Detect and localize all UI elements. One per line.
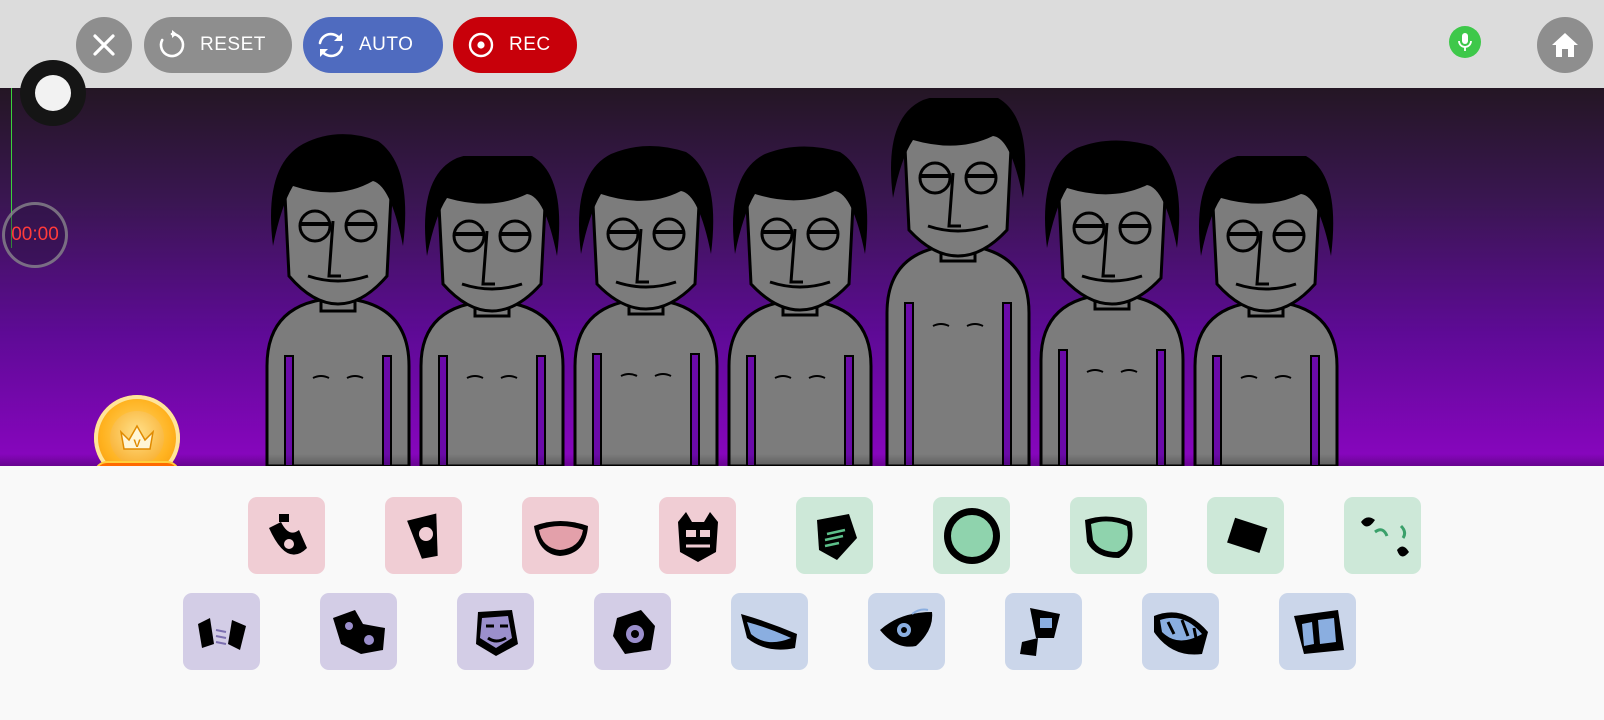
character-figure bbox=[727, 146, 873, 466]
close-icon bbox=[93, 34, 115, 56]
voice-sound-3-icon bbox=[1019, 607, 1060, 656]
voice-sound-4-icon bbox=[1153, 611, 1208, 655]
auto-refresh-icon bbox=[303, 17, 359, 73]
effect-sound-4-icon bbox=[1226, 517, 1267, 553]
voice-sound-4[interactable] bbox=[1142, 593, 1219, 670]
effect-sound-1[interactable] bbox=[796, 497, 873, 574]
floating-ball-knob bbox=[35, 75, 71, 111]
record-button[interactable]: REC bbox=[453, 17, 577, 73]
effect-sound-4[interactable] bbox=[1207, 497, 1284, 574]
character-figure bbox=[265, 134, 411, 466]
character-slot-1[interactable] bbox=[263, 126, 413, 466]
reset-button[interactable]: RESET bbox=[144, 17, 292, 73]
character-figure bbox=[1039, 140, 1185, 466]
character-figure bbox=[573, 145, 719, 466]
effect-sound-5[interactable] bbox=[1344, 497, 1421, 574]
character-slot-6[interactable] bbox=[1037, 140, 1187, 466]
beat-sound-1-icon bbox=[268, 513, 307, 555]
crown-icon: V bbox=[110, 411, 164, 465]
character-slot-2[interactable] bbox=[417, 156, 567, 466]
home-button[interactable] bbox=[1537, 17, 1593, 73]
voice-sound-1[interactable] bbox=[731, 593, 808, 670]
character-figure bbox=[419, 156, 565, 466]
close-button[interactable] bbox=[76, 17, 132, 73]
beat-sound-3-icon bbox=[533, 520, 588, 556]
melody-sound-3-icon bbox=[475, 609, 518, 656]
stage bbox=[0, 88, 1604, 466]
effect-sound-5-icon bbox=[1360, 516, 1409, 557]
character-slot-7[interactable] bbox=[1191, 156, 1341, 466]
record-label: REC bbox=[509, 34, 551, 55]
home-icon bbox=[1552, 33, 1578, 57]
top-toolbar: RESET AUTO REC bbox=[0, 0, 1604, 88]
character-slot-5[interactable] bbox=[883, 98, 1033, 466]
stage-floor-shadow bbox=[0, 454, 1604, 466]
character-slot-3[interactable] bbox=[571, 144, 721, 466]
effect-sound-3[interactable] bbox=[1070, 497, 1147, 574]
recording-timer: 00:00 bbox=[2, 202, 68, 268]
effect-sound-1-icon bbox=[816, 513, 857, 560]
voice-sound-5[interactable] bbox=[1279, 593, 1356, 670]
melody-sound-4-icon bbox=[612, 609, 655, 654]
character-figure bbox=[885, 98, 1031, 466]
voice-sound-3[interactable] bbox=[1005, 593, 1082, 670]
microphone-button[interactable] bbox=[1449, 26, 1481, 58]
beat-sound-2-icon bbox=[406, 513, 438, 559]
character-slot-4[interactable] bbox=[725, 146, 875, 466]
beat-sound-1[interactable] bbox=[248, 497, 325, 574]
beat-sound-4[interactable] bbox=[659, 497, 736, 574]
record-icon bbox=[453, 17, 509, 73]
melody-sound-1[interactable] bbox=[183, 593, 260, 670]
melody-sound-1-icon bbox=[197, 617, 246, 650]
voice-sound-1-icon bbox=[740, 613, 797, 650]
microphone-icon bbox=[1458, 33, 1472, 51]
beat-sound-4-icon bbox=[677, 511, 718, 562]
auto-label: AUTO bbox=[359, 34, 414, 55]
melody-sound-3[interactable] bbox=[457, 593, 534, 670]
reset-label: RESET bbox=[200, 34, 266, 55]
melody-sound-2[interactable] bbox=[320, 593, 397, 670]
melody-sound-2-icon bbox=[332, 609, 385, 654]
voice-sound-2-icon bbox=[879, 608, 932, 647]
effect-sound-3-icon bbox=[1084, 515, 1132, 558]
effect-sound-2[interactable] bbox=[933, 497, 1010, 574]
voice-sound-5-icon bbox=[1293, 609, 1344, 654]
reset-icon bbox=[144, 17, 200, 73]
floating-assistant-ball[interactable] bbox=[20, 60, 86, 126]
svg-text:V: V bbox=[133, 438, 141, 450]
sound-palette bbox=[0, 466, 1604, 720]
auto-button[interactable]: AUTO bbox=[303, 17, 443, 73]
melody-sound-4[interactable] bbox=[594, 593, 671, 670]
beat-sound-3[interactable] bbox=[522, 497, 599, 574]
voice-sound-2[interactable] bbox=[868, 593, 945, 670]
beat-sound-2[interactable] bbox=[385, 497, 462, 574]
character-figure bbox=[1193, 156, 1339, 466]
effect-sound-2-icon bbox=[943, 507, 1000, 564]
